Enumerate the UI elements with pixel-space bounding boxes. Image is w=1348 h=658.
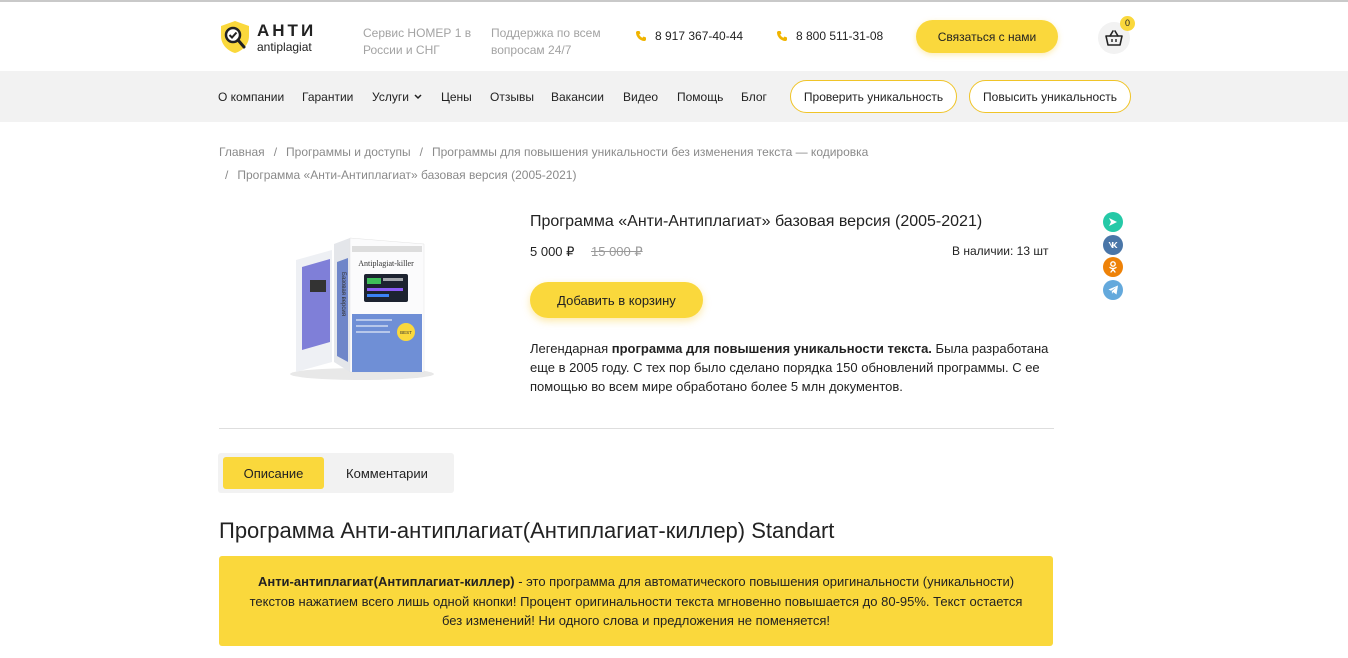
nav-item-blog[interactable]: Блог [741,90,767,104]
raise-uniqueness-button[interactable]: Повысить уникальность [969,80,1131,113]
box-front-title: Antiplagiat-killer [358,259,414,268]
nav-item-guarantees[interactable]: Гарантии [302,90,353,104]
product-description: Легендарная программа для повышения уник… [530,339,1055,396]
telegram-icon[interactable] [1103,279,1123,300]
content-tabs: Описание Комментарии [218,453,454,493]
phone-link-1[interactable]: 8 917 367-40-44 [635,29,743,43]
breadcrumb-separator: / [273,145,278,159]
desc-bold: программа для повышения уникальности тек… [611,341,932,356]
nav-item-prices[interactable]: Цены [441,90,472,104]
add-to-cart-button[interactable]: Добавить в корзину [530,282,703,318]
breadcrumb-programs[interactable]: Программы и доступы [286,141,411,164]
shield-magnifier-icon [219,20,251,54]
product-title: Программа «Анти-Антиплагиат» базовая вер… [530,213,983,230]
nav-item-help[interactable]: Помощь [677,90,723,104]
breadcrumb-current: Программа «Анти-Антиплагиат» базовая вер… [237,168,577,182]
tagline-number-one: Сервис НОМЕР 1 в России и СНГ [363,26,472,57]
box-badge-text: BEST [400,330,412,335]
stock-status: В наличии: 13 шт [952,244,1049,258]
main-nav: О компании Гарантии Услуги Цены Отзывы В… [0,71,1348,122]
nav-item-services[interactable]: Услуги [372,90,423,104]
nav-item-about[interactable]: О компании [218,90,284,104]
breadcrumb-category[interactable]: Программы для повышения уникальности без… [432,141,868,164]
nav-item-services-label: Услуги [372,90,409,104]
contact-us-button[interactable]: Связаться с нами [916,20,1058,53]
logo[interactable]: АНТИ antiplagiat [219,19,329,55]
logo-title: АНТИ [257,20,317,40]
basket-icon [1105,30,1123,46]
desc-text: Легендарная [530,341,612,356]
icq-new-icon[interactable] [1103,212,1123,232]
breadcrumb: Главная / Программы и доступы / Программ… [219,141,868,187]
logo-subtitle: antiplagiat [257,39,312,54]
odnoklassniki-icon[interactable] [1103,257,1123,277]
check-uniqueness-button[interactable]: Проверить уникальность [790,80,957,113]
section-title: Программа Анти-антиплагиат(Антиплагиат-к… [219,518,835,543]
cart-count-badge: 0 [1120,16,1135,31]
phone-icon [636,31,646,41]
highlight-box: Анти-антиплагиат(Антиплагиат-киллер) - э… [219,556,1053,646]
share-buttons [1103,212,1123,302]
tab-comments[interactable]: Комментарии [332,457,442,489]
product-old-price: 15 000 ₽ [591,244,643,259]
tab-description[interactable]: Описание [223,457,324,489]
breadcrumb-home[interactable]: Главная [219,141,265,164]
phone-icon [777,31,787,41]
product-image: BEST Antiplagiat-killer Базовая версия [282,222,442,382]
nav-item-reviews[interactable]: Отзывы [490,90,534,104]
breadcrumb-separator: / [419,145,423,159]
site-header: АНТИ antiplagiat Сервис НОМЕР 1 в России… [0,2,1348,71]
section-divider [219,428,1054,429]
phone-link-2[interactable]: 8 800 511-31-08 [776,29,883,43]
vk-icon[interactable] [1103,234,1123,255]
tagline-support: Поддержка по всем вопросам 24/7 [491,26,601,57]
highlight-bold: Анти-антиплагиат(Антиплагиат-киллер) [257,574,515,589]
phone-number: 8 917 367-40-44 [655,29,744,43]
nav-item-video[interactable]: Видео [623,90,658,104]
nav-item-vacancies[interactable]: Вакансии [551,90,604,104]
breadcrumb-separator: / [225,168,229,182]
phone-number: 8 800 511-31-08 [796,29,884,43]
product-price: 5 000 ₽ [530,244,575,259]
chevron-down-icon [414,94,422,100]
box-side-title: Базовая версия [340,272,346,316]
